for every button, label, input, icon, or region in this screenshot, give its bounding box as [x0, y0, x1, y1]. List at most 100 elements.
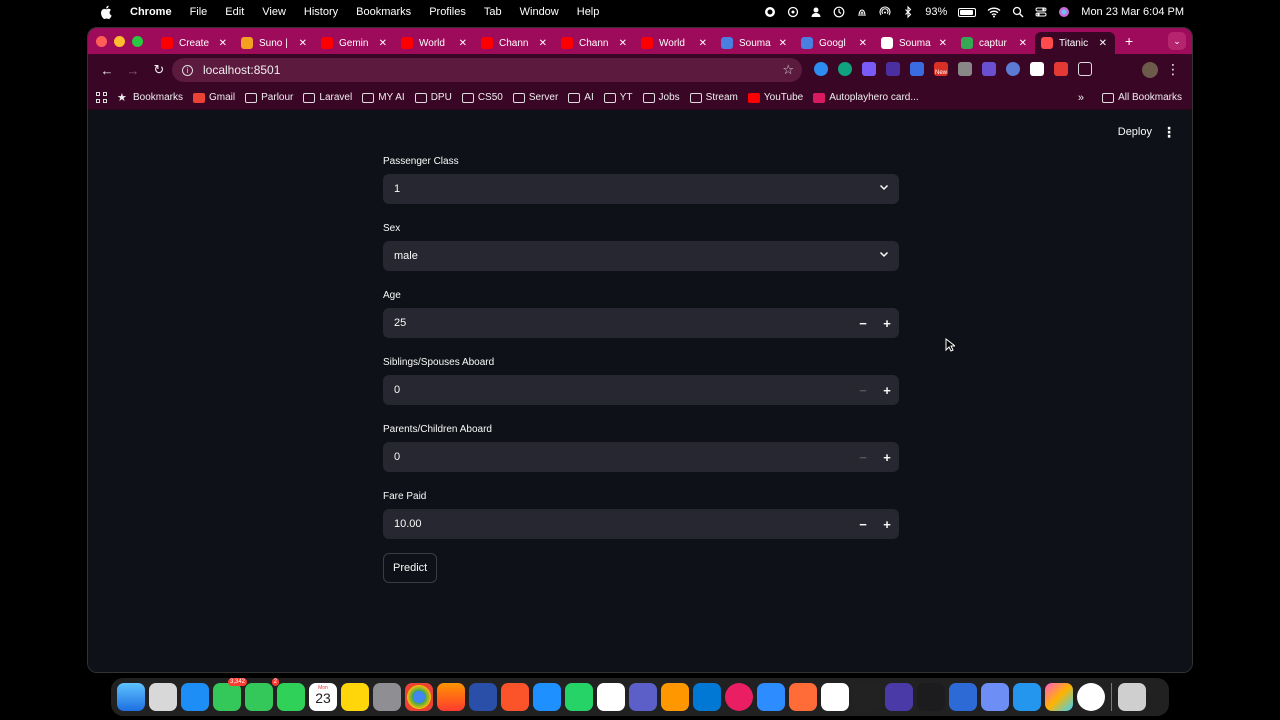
browser-tab[interactable]: Gemin ✕ — [315, 32, 395, 54]
calendar-icon[interactable]: Mon 23 — [309, 683, 337, 711]
extension-8-icon[interactable] — [982, 62, 996, 76]
extension-7-icon[interactable] — [958, 62, 972, 76]
facetime-icon[interactable] — [277, 683, 305, 711]
tab-search-button[interactable]: ⌄ — [1168, 32, 1186, 50]
browser-tab[interactable]: Suno | ✕ — [235, 32, 315, 54]
docker-icon[interactable] — [1013, 683, 1041, 711]
predict-button[interactable]: Predict — [383, 553, 438, 583]
sibsp-decrement-button[interactable]: − — [852, 375, 874, 405]
close-tab-icon[interactable]: ✕ — [299, 38, 307, 49]
site-info-icon[interactable]: i — [182, 64, 193, 76]
clock[interactable]: Mon 23 Mar 6:04 PM — [1081, 6, 1184, 18]
phone-icon[interactable]: 2 — [245, 678, 279, 711]
apple-logo-icon[interactable] — [100, 5, 112, 19]
menu-bookmarks[interactable]: Bookmarks — [356, 6, 411, 18]
browser-tab[interactable]: Souma ✕ — [875, 32, 955, 54]
telegram-icon[interactable] — [469, 683, 497, 711]
address-bar[interactable]: i localhost:8501 ☆ — [172, 58, 802, 82]
close-tab-icon[interactable]: ✕ — [379, 38, 387, 49]
launchpad-icon[interactable] — [149, 683, 177, 711]
close-tab-icon[interactable]: ✕ — [699, 38, 707, 49]
safari-icon[interactable] — [533, 683, 561, 711]
close-tab-icon[interactable]: ✕ — [1019, 38, 1027, 49]
perplexity-icon[interactable] — [949, 683, 977, 711]
record-icon[interactable] — [764, 6, 776, 18]
browser-tab[interactable]: Souma ✕ — [715, 32, 795, 54]
chrome-icon[interactable] — [405, 683, 433, 711]
zoom-icon[interactable] — [757, 683, 785, 711]
preview-icon[interactable] — [981, 683, 1009, 711]
control-center-icon[interactable] — [1035, 6, 1047, 18]
menu-edit[interactable]: Edit — [225, 6, 244, 18]
bookmark-item[interactable]: MY AI — [362, 92, 405, 103]
bookmark-item[interactable]: Parlour — [245, 92, 293, 103]
bluetooth-icon[interactable] — [902, 6, 914, 18]
close-tab-icon[interactable]: ✕ — [619, 38, 627, 49]
parch-value[interactable]: 0 — [394, 451, 400, 463]
browser-tab[interactable]: World ✕ — [635, 32, 715, 54]
firefox-icon[interactable] — [437, 683, 465, 711]
user-icon[interactable] — [810, 6, 822, 18]
sibsp-increment-button[interactable]: + — [876, 375, 898, 405]
profile-avatar[interactable] — [1142, 62, 1158, 78]
browser-tab[interactable]: Googl ✕ — [795, 32, 875, 54]
warp-icon[interactable] — [853, 683, 881, 711]
slack-icon[interactable] — [597, 683, 625, 711]
age-number-input[interactable]: 25 − + — [383, 308, 899, 338]
sublime-merge-icon[interactable] — [885, 683, 913, 711]
close-tab-icon[interactable]: ✕ — [459, 38, 467, 49]
whatsapp-icon[interactable] — [565, 683, 593, 711]
sex-select[interactable]: male — [383, 241, 899, 271]
extension-10-icon[interactable] — [1030, 62, 1044, 76]
notes-icon[interactable] — [341, 683, 369, 711]
trash-icon[interactable] — [1118, 683, 1146, 711]
back-arrow-icon[interactable]: ← — [100, 63, 114, 78]
minimize-window-button[interactable] — [114, 35, 125, 47]
menu-help[interactable]: Help — [577, 6, 600, 18]
browser-tab[interactable]: Titanic ✕ — [1035, 32, 1115, 54]
chatgpt-extension-icon[interactable] — [838, 62, 852, 76]
teams-icon[interactable] — [629, 683, 657, 711]
wifi-icon[interactable] — [987, 6, 1001, 18]
fingerprint-icon[interactable] — [856, 6, 868, 18]
bookmark-item[interactable]: ★ Bookmarks — [117, 92, 183, 103]
browser-tab[interactable]: captur ✕ — [955, 32, 1035, 54]
bookmark-star-icon[interactable]: ☆ — [782, 62, 794, 78]
menu-history[interactable]: History — [304, 6, 338, 18]
close-tab-icon[interactable]: ✕ — [859, 38, 867, 49]
music-player-icon[interactable] — [725, 683, 753, 711]
menu-file[interactable]: File — [190, 6, 208, 18]
menu-tab[interactable]: Tab — [484, 6, 502, 18]
battery-icon[interactable] — [958, 7, 977, 17]
sublime-text-icon[interactable] — [661, 683, 689, 711]
bookmark-item[interactable]: Laravel — [303, 92, 352, 103]
age-decrement-button[interactable]: − — [852, 308, 874, 338]
app-store-icon[interactable] — [181, 683, 209, 711]
notion-icon[interactable] — [821, 683, 849, 711]
app-menu-icon[interactable]: ⋮ — [1162, 124, 1176, 141]
forward-arrow-icon[interactable]: → — [126, 63, 140, 78]
apps-grid-icon[interactable] — [96, 92, 107, 103]
close-window-button[interactable] — [96, 35, 107, 47]
sibsp-value[interactable]: 0 — [394, 384, 400, 396]
sibsp-number-input[interactable]: 0 − + — [383, 375, 899, 405]
chatgpt-icon[interactable] — [1077, 683, 1105, 711]
bookmark-item[interactable]: DPU — [414, 92, 452, 103]
system-settings-icon[interactable] — [373, 683, 401, 711]
bookmark-item[interactable]: CS50 — [461, 92, 503, 103]
parch-increment-button[interactable]: + — [876, 442, 898, 472]
zoom-window-button[interactable] — [132, 35, 143, 47]
browser-tab[interactable]: World ✕ — [395, 32, 475, 54]
bookmark-item[interactable]: Jobs — [642, 92, 680, 103]
extension-3-icon[interactable] — [862, 62, 876, 76]
spotlight-search-icon[interactable] — [1012, 6, 1024, 18]
more-bookmarks-chevron-icon[interactable]: » — [1078, 92, 1084, 104]
close-tab-icon[interactable]: ✕ — [1099, 38, 1107, 49]
reload-icon[interactable]: ↻ — [152, 62, 166, 77]
chevron-down-icon[interactable] — [879, 182, 889, 192]
bookmark-item[interactable]: Autoplayhero card... — [813, 92, 919, 103]
new-badge-extension-icon[interactable]: New — [934, 62, 948, 76]
bookmark-item[interactable]: Server — [512, 92, 558, 103]
browser-tab[interactable]: Chann ✕ — [475, 32, 555, 54]
extension-4-icon[interactable] — [886, 62, 900, 76]
